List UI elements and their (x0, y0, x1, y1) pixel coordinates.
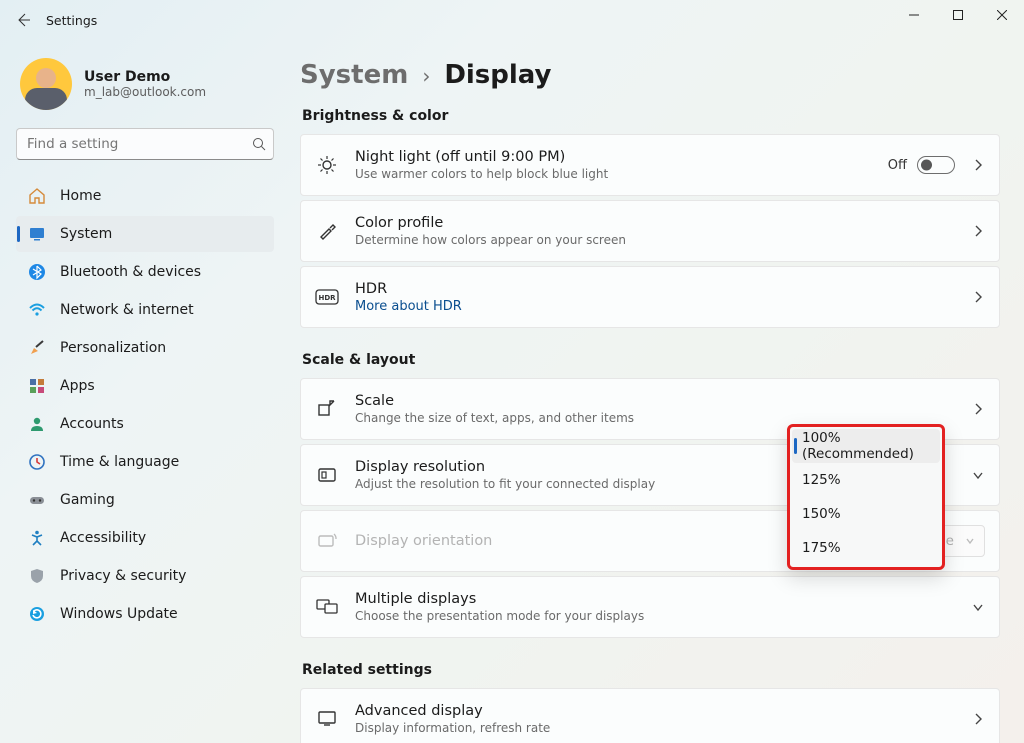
user-email: m_lab@outlook.com (84, 85, 206, 99)
card-title: Multiple displays (355, 591, 955, 607)
dropdown-option[interactable]: 125% (792, 463, 940, 497)
toggle-switch[interactable] (917, 156, 955, 174)
card-multiple-displays[interactable]: Multiple displays Choose the presentatio… (300, 576, 1000, 638)
card-subtitle: Determine how colors appear on your scre… (355, 233, 955, 247)
sidebar-item-personalization[interactable]: Personalization (16, 330, 274, 366)
eyedropper-icon (315, 220, 339, 242)
back-button[interactable] (6, 3, 40, 37)
card-subtitle: Choose the presentation mode for your di… (355, 609, 955, 623)
card-subtitle: Change the size of text, apps, and other… (355, 411, 955, 425)
sidebar-item-label: Time & language (60, 454, 179, 470)
hdr-more-link[interactable]: More about HDR (355, 299, 955, 314)
sidebar-item-accounts[interactable]: Accounts (16, 406, 274, 442)
card-hdr[interactable]: HDR HDR More about HDR (300, 266, 1000, 328)
chevron-right-icon (971, 402, 985, 416)
search-input[interactable] (16, 128, 274, 160)
toggle-label: Off (888, 158, 907, 173)
breadcrumb-parent[interactable]: System (300, 60, 408, 90)
chevron-right-icon (971, 712, 985, 726)
sidebar-item-windows-update[interactable]: Windows Update (16, 596, 274, 632)
card-title: HDR (355, 281, 955, 297)
sidebar-item-label: Accessibility (60, 530, 146, 546)
breadcrumb-current: Display (444, 60, 551, 90)
sidebar-nav: Home System Bluetooth & devices Network … (16, 178, 274, 632)
bluetooth-icon (28, 263, 46, 281)
dropdown-option[interactable]: 150% (792, 497, 940, 531)
sidebar-item-apps[interactable]: Apps (16, 368, 274, 404)
card-subtitle: Display information, refresh rate (355, 721, 955, 735)
sidebar-item-label: Home (60, 188, 101, 204)
sidebar-item-label: Windows Update (60, 606, 178, 622)
section-related: Related settings (302, 662, 1000, 678)
gamepad-icon (28, 491, 46, 509)
night-light-toggle[interactable]: Off (888, 156, 955, 174)
chevron-down-icon (971, 600, 985, 614)
multi-display-icon (315, 597, 339, 617)
wifi-icon (28, 301, 46, 319)
chevron-down-icon (964, 535, 976, 547)
user-name: User Demo (84, 69, 206, 85)
card-night-light[interactable]: Night light (off until 9:00 PM) Use warm… (300, 134, 1000, 196)
sidebar-item-home[interactable]: Home (16, 178, 274, 214)
sidebar-item-label: Privacy & security (60, 568, 186, 584)
section-scale-layout: Scale & layout (302, 352, 1000, 368)
system-icon (28, 225, 46, 243)
search-icon (252, 137, 266, 151)
breadcrumb: System › Display (300, 60, 1000, 90)
dropdown-option[interactable]: 100% (Recommended) (792, 429, 940, 463)
chevron-right-icon (971, 224, 985, 238)
chevron-right-icon (971, 290, 985, 304)
window-title: Settings (46, 13, 97, 28)
sidebar-item-label: Apps (60, 378, 95, 394)
minimize-button[interactable] (892, 0, 936, 30)
sidebar-item-accessibility[interactable]: Accessibility (16, 520, 274, 556)
hdr-icon: HDR (315, 289, 339, 305)
orientation-icon (315, 530, 339, 552)
dropdown-option[interactable]: 175% (792, 531, 940, 565)
card-subtitle: Use warmer colors to help block blue lig… (355, 167, 872, 181)
user-profile[interactable]: User Demo m_lab@outlook.com (20, 58, 274, 110)
card-title: Advanced display (355, 703, 955, 719)
scale-icon (315, 398, 339, 420)
sidebar-item-label: Accounts (60, 416, 124, 432)
search-box[interactable] (16, 128, 274, 160)
apps-icon (28, 377, 46, 395)
sidebar-item-network[interactable]: Network & internet (16, 292, 274, 328)
monitor-icon (315, 708, 339, 730)
clock-icon (28, 453, 46, 471)
person-icon (28, 415, 46, 433)
sidebar-item-system[interactable]: System (16, 216, 274, 252)
sidebar-item-label: Gaming (60, 492, 115, 508)
section-brightness-color: Brightness & color (302, 108, 1000, 124)
svg-text:HDR: HDR (318, 294, 336, 302)
close-button[interactable] (980, 0, 1024, 30)
chevron-right-icon (971, 158, 985, 172)
card-title: Night light (off until 9:00 PM) (355, 149, 872, 165)
avatar (20, 58, 72, 110)
sync-icon (28, 605, 46, 623)
sidebar-item-gaming[interactable]: Gaming (16, 482, 274, 518)
sidebar-item-label: Network & internet (60, 302, 194, 318)
sidebar-item-label: Bluetooth & devices (60, 264, 201, 280)
chevron-right-icon: › (422, 64, 430, 88)
scale-dropdown[interactable]: 100% (Recommended) 125% 150% 175% (787, 424, 945, 570)
sidebar-item-label: Personalization (60, 340, 166, 356)
accessibility-icon (28, 529, 46, 547)
shield-icon (28, 567, 46, 585)
resolution-icon (315, 464, 339, 486)
night-light-icon (315, 154, 339, 176)
sidebar-item-label: System (60, 226, 112, 242)
card-color-profile[interactable]: Color profile Determine how colors appea… (300, 200, 1000, 262)
card-title: Color profile (355, 215, 955, 231)
sidebar-item-time-language[interactable]: Time & language (16, 444, 274, 480)
paintbrush-icon (28, 339, 46, 357)
sidebar-item-privacy[interactable]: Privacy & security (16, 558, 274, 594)
card-title: Scale (355, 393, 955, 409)
home-icon (28, 187, 46, 205)
card-advanced-display[interactable]: Advanced display Display information, re… (300, 688, 1000, 743)
card-title: Display orientation (355, 533, 854, 549)
maximize-button[interactable] (936, 0, 980, 30)
sidebar-item-bluetooth[interactable]: Bluetooth & devices (16, 254, 274, 290)
chevron-down-icon (971, 468, 985, 482)
